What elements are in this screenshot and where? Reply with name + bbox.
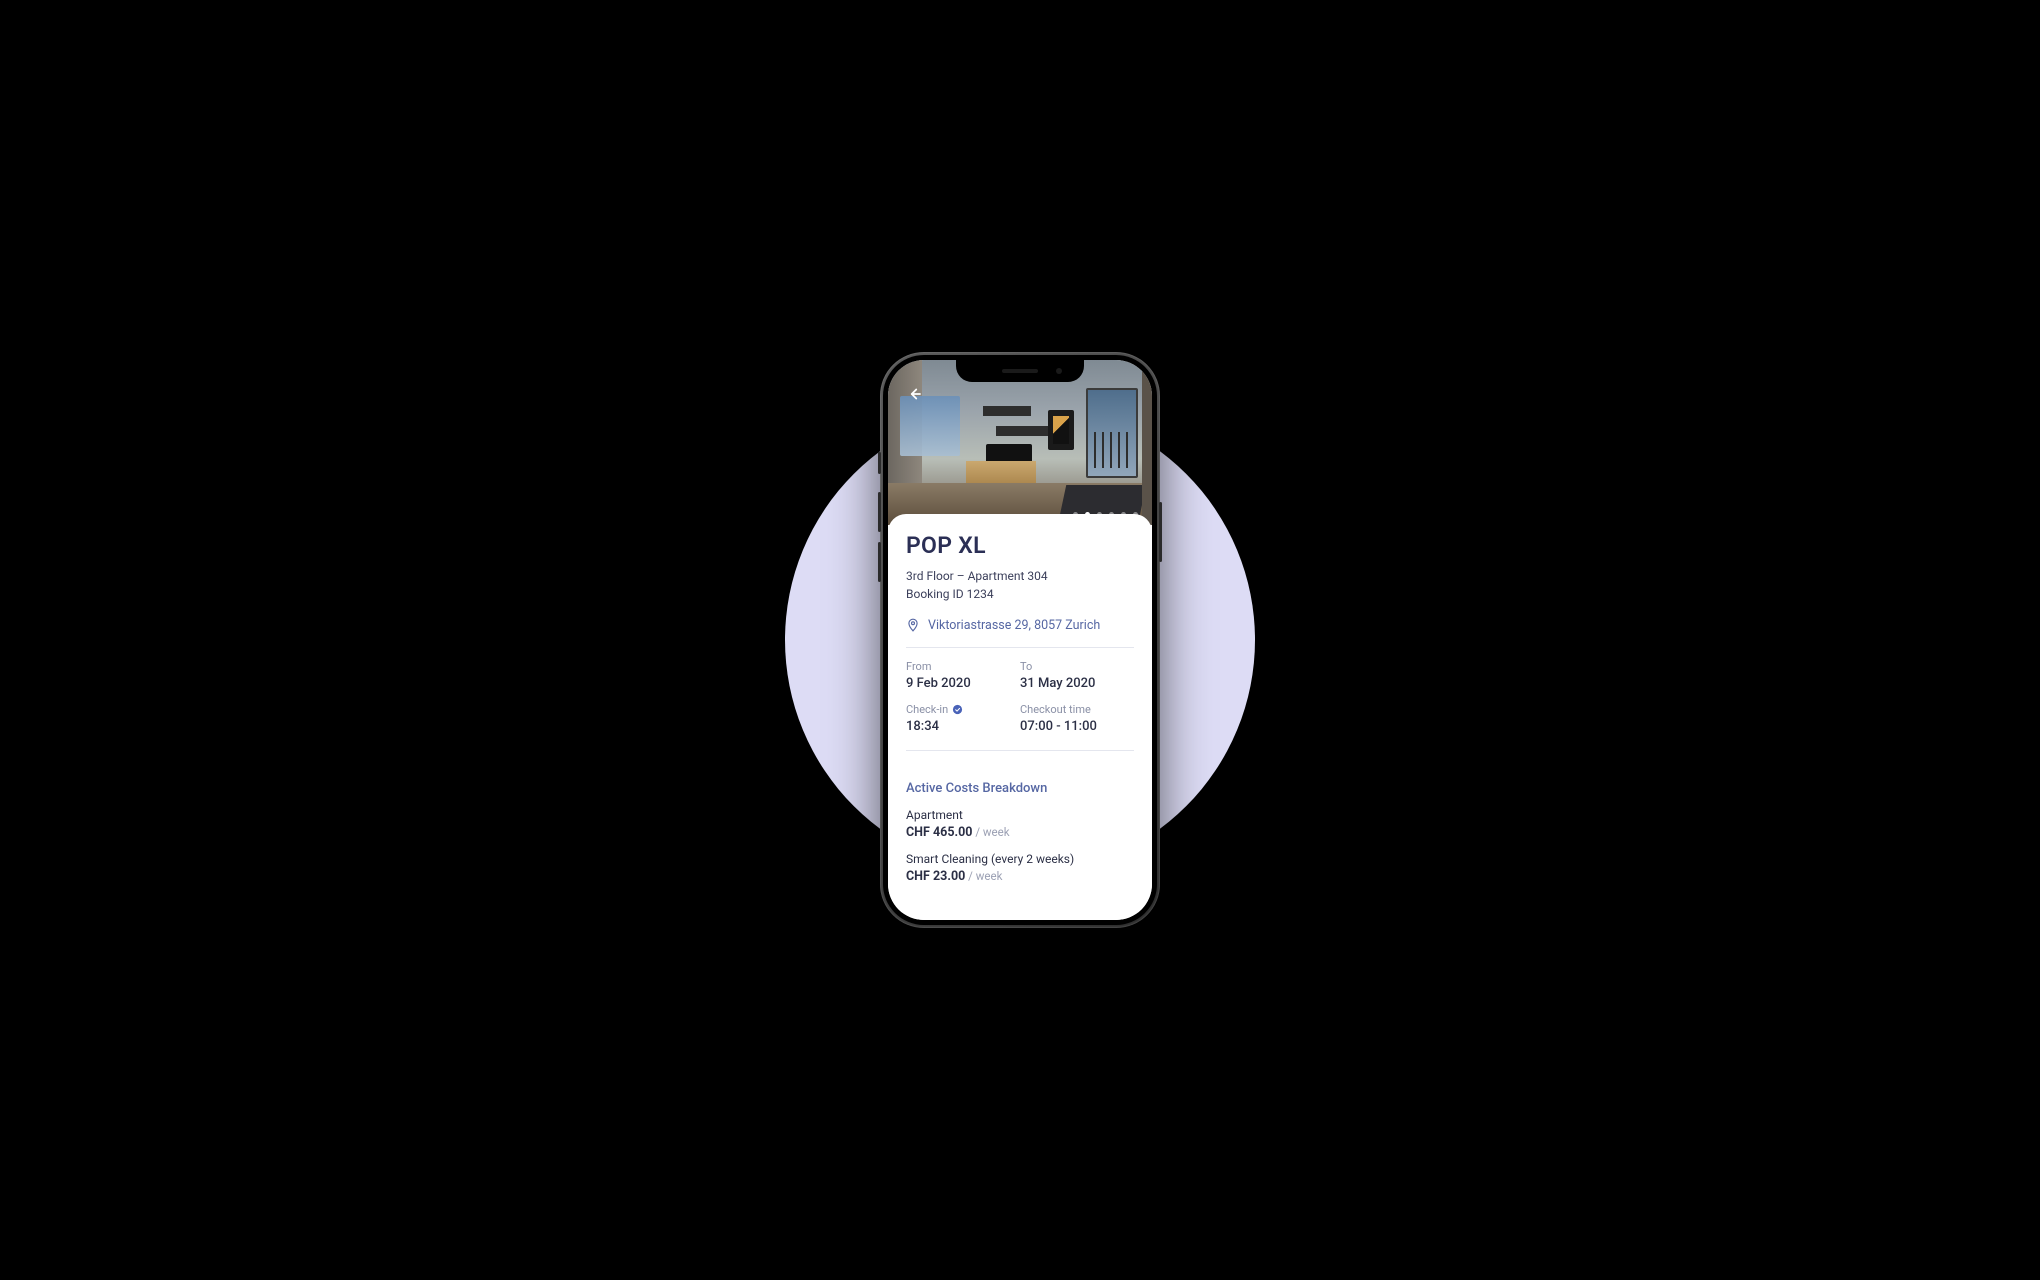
phone-notch	[956, 360, 1084, 382]
to-value: 31 May 2020	[1020, 676, 1134, 691]
pager-dot[interactable]	[1097, 512, 1102, 517]
checkout-value: 07:00 - 11:00	[1020, 719, 1134, 734]
cost-name: Apartment	[906, 808, 1134, 822]
costs-list: Apartment CHF 465.00 / week Smart Cleaning…	[906, 808, 1134, 884]
cost-price: CHF 465.00 / week	[906, 825, 1134, 840]
listing-floor: 3rd Floor – Apartment 304	[906, 567, 1134, 585]
cost-name: Smart Cleaning (every 2 weeks)	[906, 852, 1134, 866]
address-text: Viktoriastrasse 29, 8057 Zurich	[928, 618, 1100, 633]
costs-section-title: Active Costs Breakdown	[906, 781, 1134, 796]
pager-dot[interactable]	[1121, 512, 1126, 517]
pager-dot[interactable]	[1085, 512, 1090, 517]
divider	[906, 647, 1134, 648]
cost-price: CHF 23.00 / week	[906, 869, 1134, 884]
arrow-left-icon	[905, 385, 923, 403]
from-value: 9 Feb 2020	[906, 676, 1020, 691]
image-pager	[1073, 512, 1138, 517]
from-label: From	[906, 660, 1020, 673]
phone-frame: POP XL 3rd Floor – Apartment 304 Booking…	[880, 352, 1160, 928]
pager-dot[interactable]	[1133, 512, 1138, 517]
dates-grid: From 9 Feb 2020 To 31 May 2020 Check-in	[906, 660, 1134, 734]
pager-dot[interactable]	[1109, 512, 1114, 517]
cost-item: Apartment CHF 465.00 / week	[906, 808, 1134, 840]
cost-item: Smart Cleaning (every 2 weeks) CHF 23.00 …	[906, 852, 1134, 884]
checkin-label: Check-in	[906, 703, 1020, 716]
to-label: To	[1020, 660, 1134, 673]
pager-dot[interactable]	[1073, 512, 1078, 517]
location-pin-icon	[906, 617, 920, 633]
listing-hero-image[interactable]	[888, 360, 1152, 525]
phone-screen: POP XL 3rd Floor – Apartment 304 Booking…	[888, 360, 1152, 920]
checkin-value: 18:34	[906, 719, 1020, 734]
address-row[interactable]: Viktoriastrasse 29, 8057 Zurich	[906, 617, 1134, 633]
details-card: POP XL 3rd Floor – Apartment 304 Booking…	[888, 514, 1152, 920]
checkout-label: Checkout time	[1020, 703, 1134, 716]
divider	[906, 750, 1134, 751]
verified-check-icon	[952, 704, 963, 715]
back-button[interactable]	[902, 382, 926, 406]
listing-booking-id: Booking ID 1234	[906, 585, 1134, 603]
listing-title: POP XL	[906, 532, 1134, 559]
